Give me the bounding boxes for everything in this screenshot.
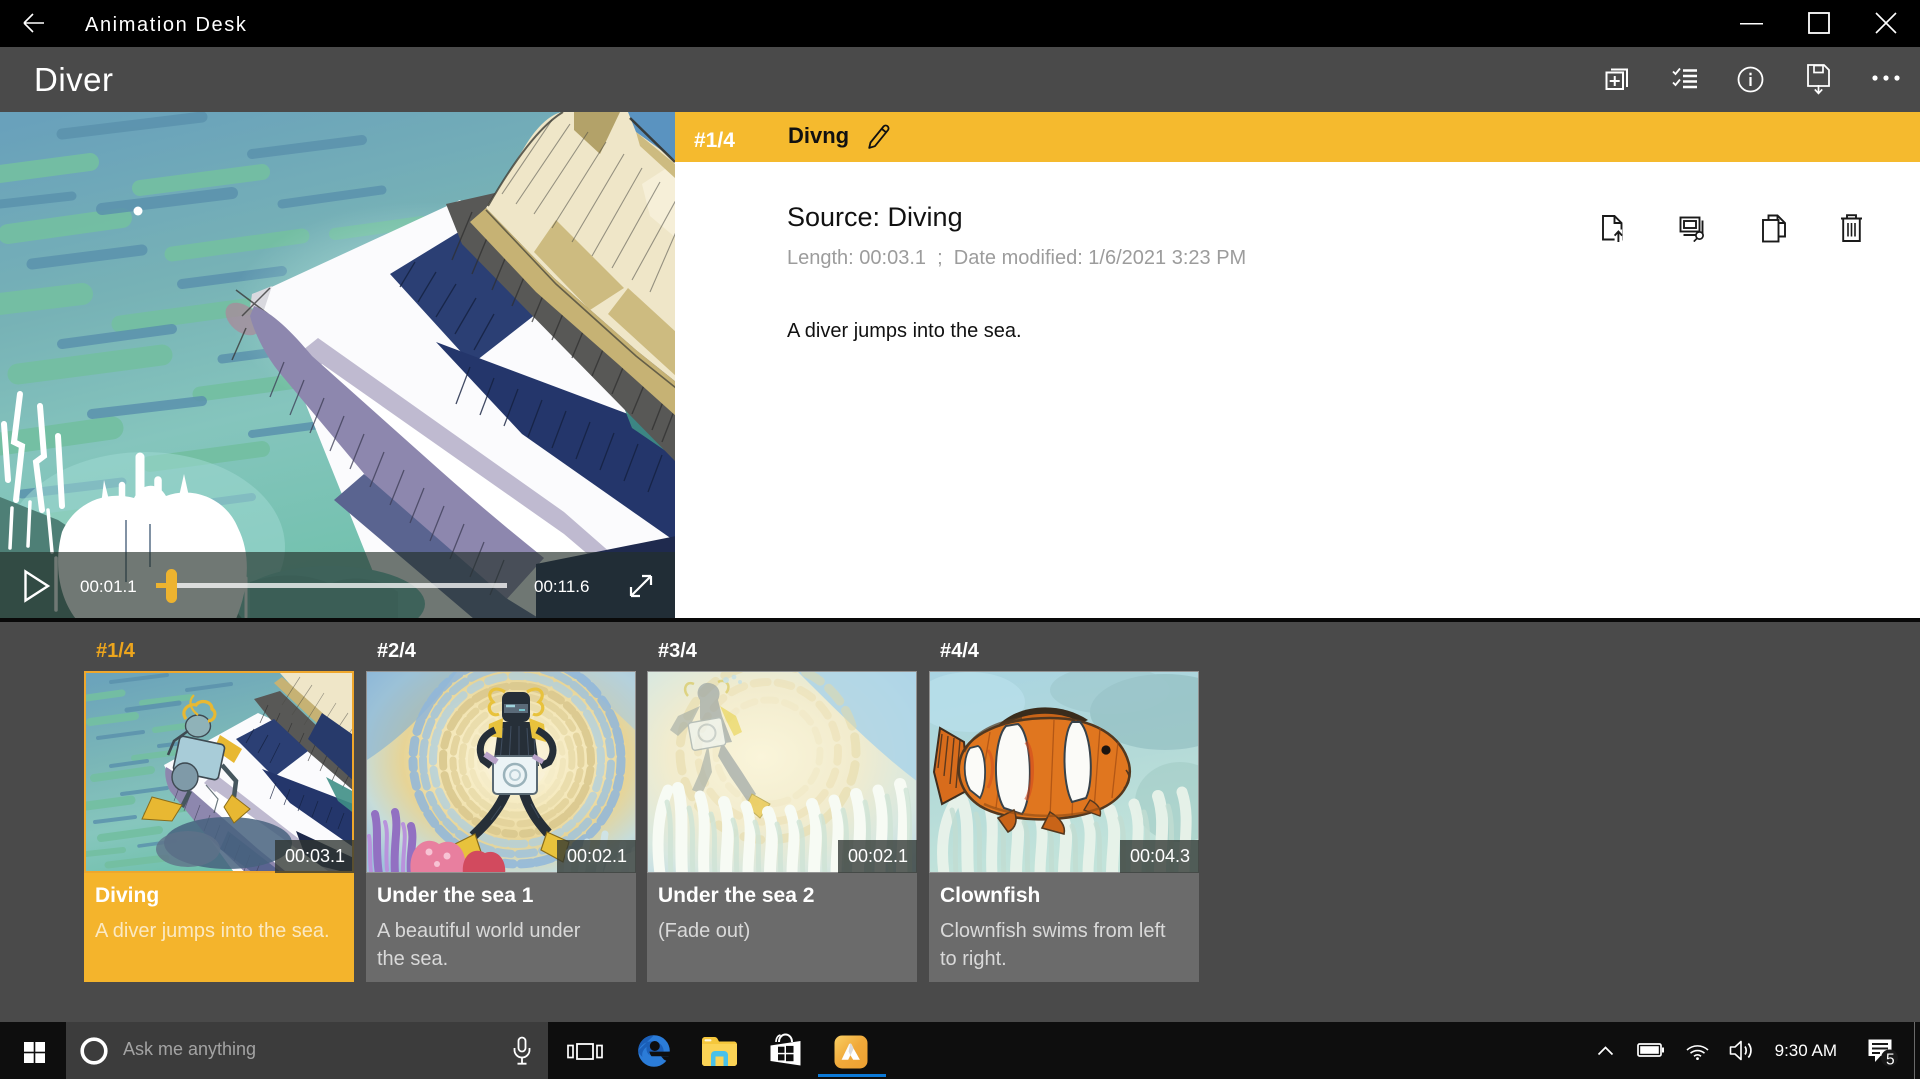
- svg-text:5: 5: [1886, 1052, 1895, 1069]
